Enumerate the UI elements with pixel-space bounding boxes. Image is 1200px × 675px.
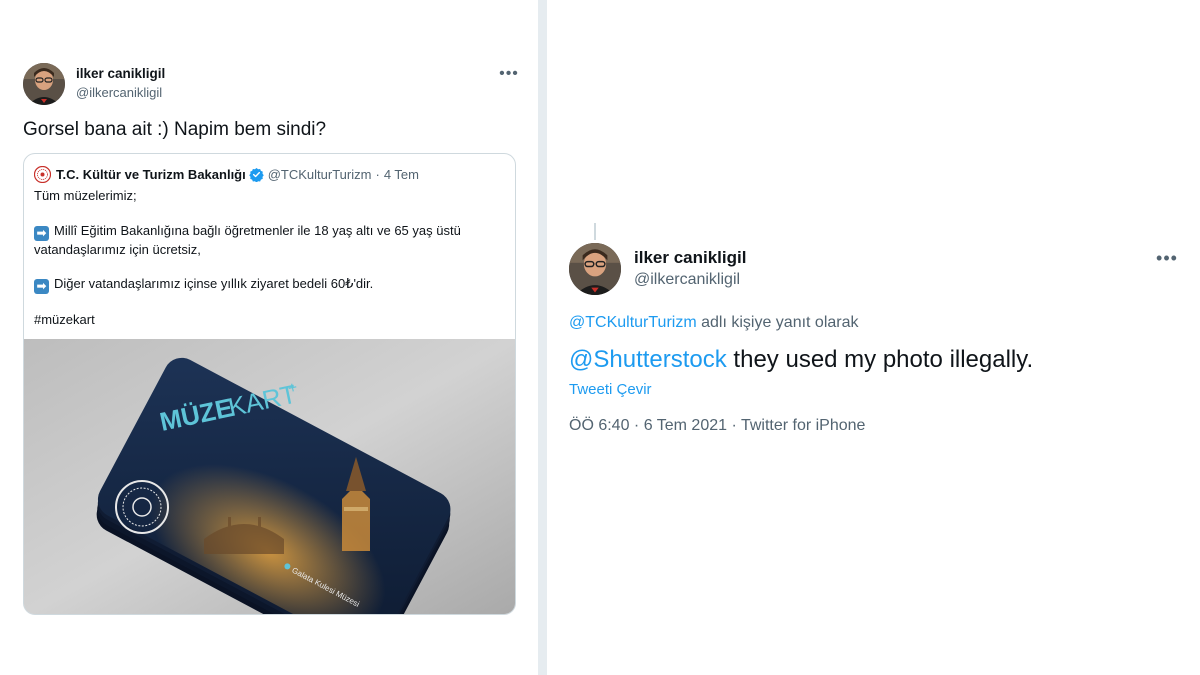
reply-to-handle-link[interactable]: @TCKulturTurizm	[569, 314, 697, 331]
quoted-tweet-date[interactable]: 4 Tem	[384, 167, 419, 182]
author-handle[interactable]: @ilkercanikligil	[634, 271, 740, 289]
quoted-tweet-header: T.C. Kültür ve Turizm Bakanlığı @TCKultu…	[34, 165, 419, 183]
ministry-logo-icon	[34, 165, 51, 183]
muzekart-card-illustration: MÜZE KART + Galata Kulesi Müzesi	[24, 339, 515, 614]
quoted-line-text: Millî Eğitim Bakanlığına bağlı öğretmenl…	[54, 222, 461, 238]
tweet-text-body: they used my photo illegally.	[726, 346, 1034, 373]
separator-dot: ·	[375, 166, 380, 182]
reply-context: @TCKulturTurizm adlı kişiye yanıt olarak	[569, 314, 859, 332]
author-handle[interactable]: @ilkercanikligil	[76, 85, 162, 100]
quoted-author-handle[interactable]: @TCKulturTurizm	[268, 167, 372, 182]
tweet-text: @Shutterstock they used my photo illegal…	[569, 346, 1033, 374]
left-tweet: ilker canikligil @ilkercanikligil ••• Go…	[0, 0, 538, 675]
panel-divider	[538, 0, 547, 675]
right-arrow-icon: ➡	[34, 279, 49, 294]
quoted-line: ➡ Millî Eğitim Bakanlığına bağlı öğretmen…	[34, 222, 504, 241]
muzekart-card-image[interactable]: MÜZE KART + Galata Kulesi Müzesi	[24, 339, 515, 614]
avatar-photo	[23, 63, 65, 105]
quoted-line-text: Diğer vatandaşlarımız içinse yıllık ziya…	[54, 276, 374, 291]
tweet-timestamp[interactable]: ÖÖ 6:40 · 6 Tem 2021 · Twitter for iPhon…	[569, 417, 865, 435]
quoted-line: vatandaşlarımız için ücretsiz,	[34, 241, 201, 257]
thread-connector-line	[594, 223, 596, 240]
avatar[interactable]	[569, 243, 621, 295]
author-name[interactable]: ilker canikligil	[634, 248, 746, 268]
quoted-line: Tüm müzelerimiz;	[34, 188, 137, 203]
quoted-author-name[interactable]: T.C. Kültür ve Turizm Bakanlığı	[56, 167, 246, 182]
quoted-line: ➡ Diğer vatandaşlarımız içinse yıllık ziy…	[34, 275, 504, 294]
author-name[interactable]: ilker canikligil	[76, 66, 165, 81]
tweet-text: Gorsel bana ait :) Napim bem sindi?	[23, 119, 327, 140]
more-options-icon[interactable]: •••	[1155, 248, 1179, 268]
verified-badge-icon	[248, 167, 264, 182]
translate-tweet-link[interactable]: Tweeti Çevir	[569, 381, 652, 398]
quoted-tweet-body: Tüm müzelerimiz; ➡ Millî Eğitim Bakanlığı…	[34, 187, 504, 329]
right-tweet: ilker canikligil @ilkercanikligil ••• @T…	[547, 0, 1200, 675]
hashtag[interactable]: #müzekart	[34, 311, 504, 329]
right-arrow-icon: ➡	[34, 225, 49, 241]
quoted-tweet[interactable]: T.C. Kültür ve Turizm Bakanlığı @TCKultu…	[23, 153, 516, 615]
more-options-icon[interactable]: •••	[498, 64, 520, 84]
avatar[interactable]	[23, 63, 65, 105]
avatar-photo	[569, 243, 621, 295]
reply-context-text: adlı kişiye yanıt olarak	[696, 314, 859, 331]
mention-link[interactable]: @Shutterstock	[569, 346, 727, 373]
